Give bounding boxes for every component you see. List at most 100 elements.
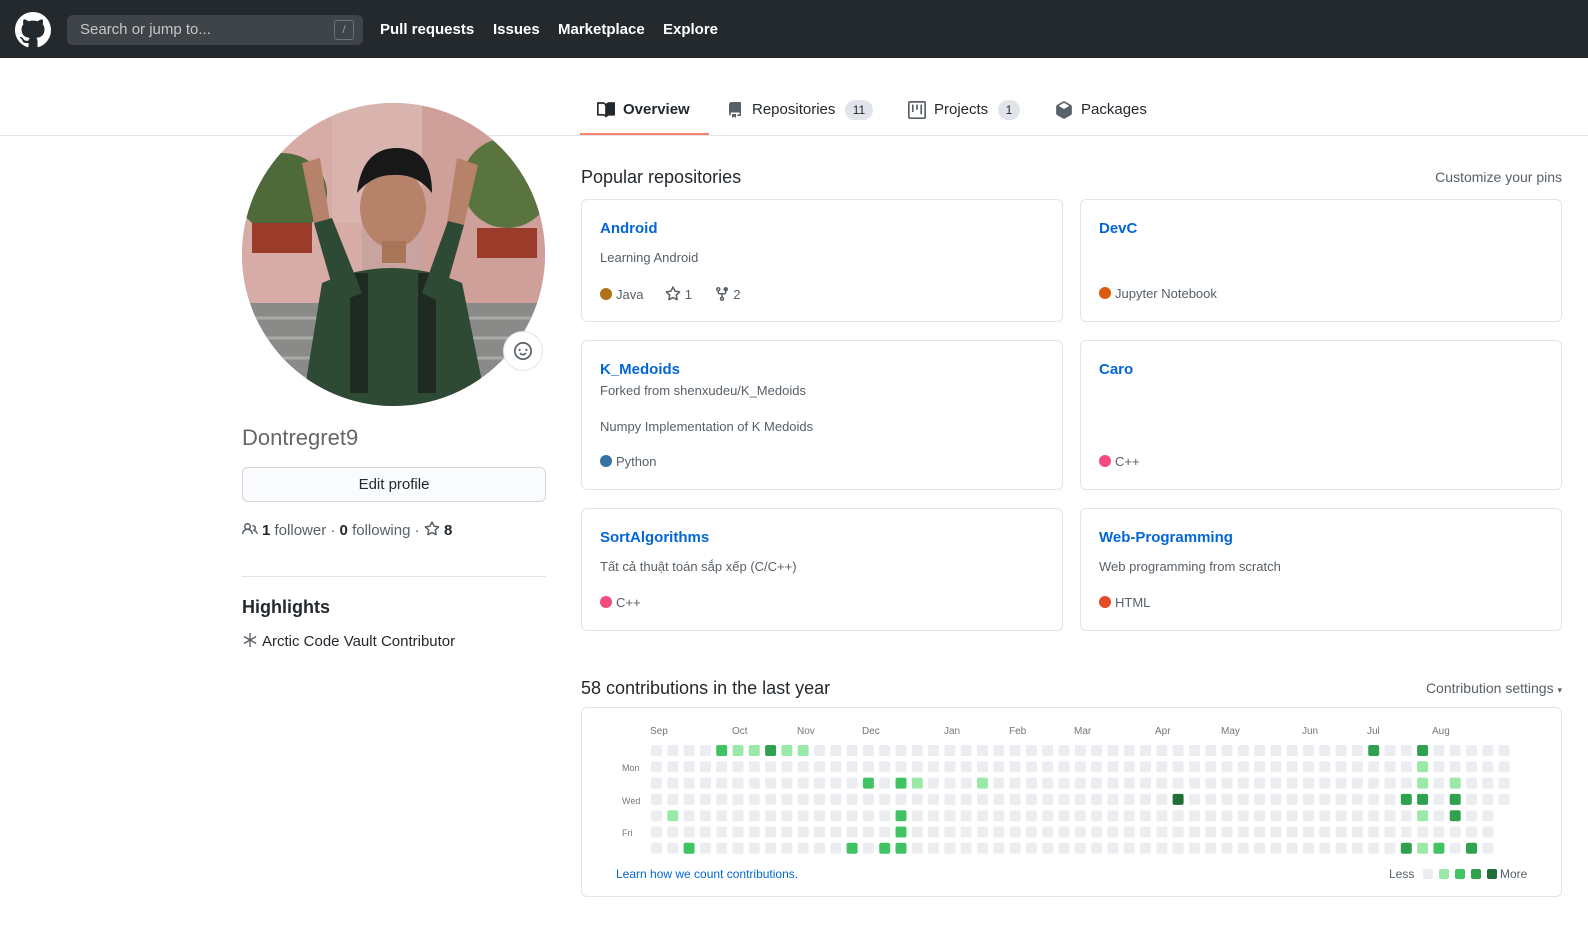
contribution-cell[interactable]	[732, 761, 744, 773]
contribution-cell[interactable]	[1123, 826, 1135, 838]
contribution-cell[interactable]	[765, 777, 777, 789]
contribution-cell[interactable]	[911, 745, 923, 756]
contribution-cell[interactable]	[1449, 761, 1461, 773]
contribution-cell[interactable]	[1074, 826, 1086, 838]
contribution-cell[interactable]	[1254, 842, 1266, 854]
contribution-cell[interactable]	[699, 761, 711, 773]
contribution-cell[interactable]	[1417, 842, 1429, 854]
contribution-cell[interactable]	[977, 826, 988, 838]
contribution-cell[interactable]	[1188, 810, 1200, 822]
search-input[interactable]: Search or jump to... /	[67, 15, 363, 45]
contribution-cell[interactable]	[1433, 826, 1445, 838]
contribution-cell[interactable]	[1156, 745, 1168, 756]
contribution-cell[interactable]	[1351, 842, 1363, 854]
contribution-cell[interactable]	[960, 761, 972, 773]
contribution-cell[interactable]	[1351, 826, 1363, 838]
contribution-cell[interactable]	[651, 810, 662, 822]
contribution-cell[interactable]	[1074, 761, 1086, 773]
contribution-cell[interactable]	[1335, 793, 1347, 805]
contribution-cell[interactable]	[1221, 810, 1233, 822]
contribution-cell[interactable]	[993, 793, 1005, 805]
contribution-cell[interactable]	[1107, 777, 1119, 789]
contribution-cell[interactable]	[1254, 745, 1266, 756]
contribution-cell[interactable]	[846, 745, 858, 756]
contribution-cell[interactable]	[1221, 826, 1233, 838]
contribution-cell[interactable]	[1058, 777, 1070, 789]
contribution-cell[interactable]	[993, 777, 1005, 789]
contribution-cell[interactable]	[1025, 826, 1037, 838]
contribution-cell[interactable]	[862, 761, 874, 773]
contribution-cell[interactable]	[781, 842, 793, 854]
contribution-cell[interactable]	[1140, 793, 1151, 805]
contribution-cell[interactable]	[1188, 761, 1200, 773]
contribution-cell[interactable]	[895, 761, 907, 773]
contribution-cell[interactable]	[1351, 793, 1363, 805]
contribution-cell[interactable]	[683, 761, 695, 773]
contribution-cell[interactable]	[651, 777, 662, 789]
contribution-cell[interactable]	[1319, 842, 1331, 854]
contribution-cell[interactable]	[1107, 810, 1119, 822]
contribution-cell[interactable]	[1384, 777, 1396, 789]
contribution-cell[interactable]	[814, 745, 825, 756]
contribution-cell[interactable]	[1025, 745, 1037, 756]
contribution-cell[interactable]	[1368, 842, 1380, 854]
contribution-cell[interactable]	[1466, 777, 1477, 789]
contribution-cell[interactable]	[928, 826, 940, 838]
contribution-cell[interactable]	[911, 842, 923, 854]
contribution-cell[interactable]	[1482, 826, 1494, 838]
contribution-cell[interactable]	[862, 793, 874, 805]
contribution-cell[interactable]	[1009, 793, 1021, 805]
contribution-cell[interactable]	[1107, 793, 1119, 805]
contribution-cell[interactable]	[797, 810, 809, 822]
contribution-cell[interactable]	[830, 842, 842, 854]
contribution-cell[interactable]	[1417, 761, 1429, 773]
contribution-cell[interactable]	[781, 826, 793, 838]
contribution-cell[interactable]	[651, 826, 662, 838]
contribution-cell[interactable]	[1156, 810, 1168, 822]
contribution-cell[interactable]	[993, 810, 1005, 822]
contribution-cell[interactable]	[667, 793, 679, 805]
contribution-cell[interactable]	[1025, 777, 1037, 789]
contribution-cell[interactable]	[879, 761, 891, 773]
contribution-cell[interactable]	[667, 842, 679, 854]
contribution-cell[interactable]	[748, 745, 760, 756]
nav-issues[interactable]: Issues	[493, 21, 540, 38]
contribution-cell[interactable]	[699, 745, 711, 756]
contribution-cell[interactable]	[1270, 761, 1282, 773]
contribution-cell[interactable]	[1237, 810, 1249, 822]
contribution-cell[interactable]	[1107, 761, 1119, 773]
contribution-cell[interactable]	[1400, 842, 1412, 854]
contribution-cell[interactable]	[911, 761, 923, 773]
contribution-cell[interactable]	[651, 761, 662, 773]
contribution-cell[interactable]	[1237, 745, 1249, 756]
contribution-cell[interactable]	[1400, 745, 1412, 756]
contribution-cell[interactable]	[1205, 826, 1217, 838]
contribution-cell[interactable]	[1091, 810, 1103, 822]
contribution-cell[interactable]	[1270, 842, 1282, 854]
repo-stars-link[interactable]: 1	[665, 286, 692, 302]
contribution-cell[interactable]	[1042, 826, 1054, 838]
contribution-cell[interactable]	[1449, 777, 1461, 789]
contribution-cell[interactable]	[830, 777, 842, 789]
contribution-cell[interactable]	[879, 826, 891, 838]
contribution-cell[interactable]	[1091, 842, 1103, 854]
stars-link[interactable]: 8	[424, 521, 452, 539]
contribution-cell[interactable]	[1237, 761, 1249, 773]
contribution-cell[interactable]	[1058, 810, 1070, 822]
contribution-cell[interactable]	[830, 810, 842, 822]
contribution-cell[interactable]	[1091, 777, 1103, 789]
contribution-cell[interactable]	[1368, 761, 1380, 773]
contribution-cell[interactable]	[1156, 826, 1168, 838]
contribution-cell[interactable]	[1482, 777, 1494, 789]
contribution-cell[interactable]	[944, 810, 956, 822]
contribution-cell[interactable]	[1091, 745, 1103, 756]
contribution-cell[interactable]	[797, 761, 809, 773]
contribution-cell[interactable]	[1140, 810, 1151, 822]
contribution-cell[interactable]	[1319, 810, 1331, 822]
contribution-cell[interactable]	[1433, 745, 1445, 756]
contribution-cell[interactable]	[1449, 826, 1461, 838]
contribution-cell[interactable]	[1042, 810, 1054, 822]
contribution-cell[interactable]	[1140, 777, 1151, 789]
contribution-cell[interactable]	[1400, 793, 1412, 805]
contribution-cell[interactable]	[1482, 761, 1494, 773]
